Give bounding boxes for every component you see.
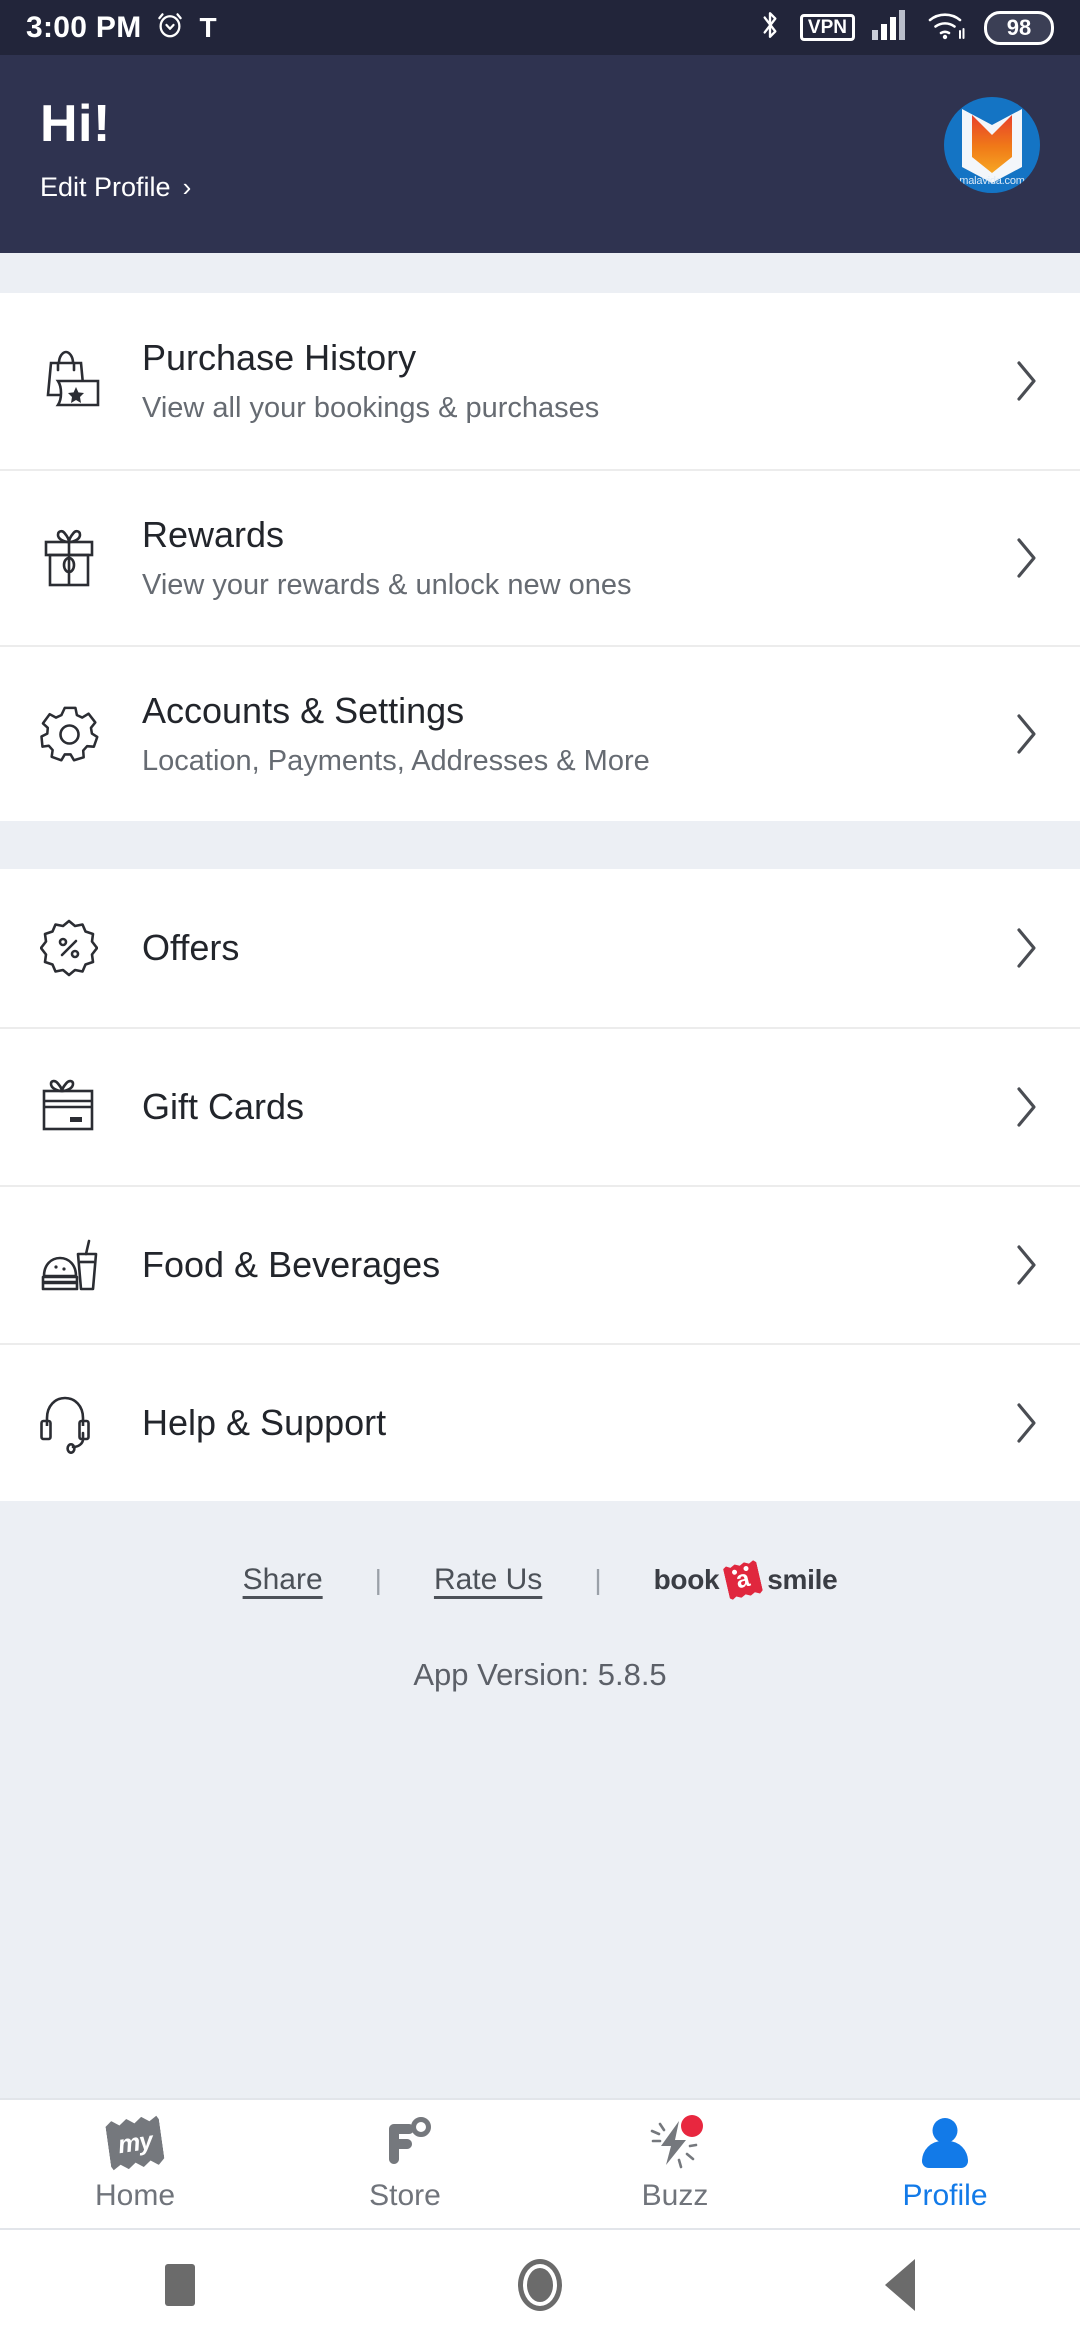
home-circle-icon [518,2259,562,2311]
menu-item-title: Purchase History [142,337,417,378]
android-back-button[interactable] [720,2259,1080,2311]
greeting-title: Hi! [40,95,111,153]
main-content: Purchase History View all your bookings … [0,253,1080,2098]
menu-item-text: Food & Beverages [128,1243,1000,1286]
profile-header: Hi! Edit Profile › malavida.com [0,55,1080,253]
chevron-right-icon: › [182,171,192,202]
menu-item-subtitle: View all your bookings & purchases [142,392,600,425]
book-a-smile-logo[interactable]: book a smile [654,1563,838,1597]
menu-item-text: Gift Cards [128,1085,1000,1128]
food-beverage-icon [40,1234,128,1296]
android-home-button[interactable] [360,2259,720,2311]
share-link[interactable]: Share [243,1563,323,1597]
menu-group-primary: Purchase History View all your bookings … [0,293,1080,821]
gift-card-icon [40,1079,128,1135]
menu-item-title: Accounts & Settings [142,690,465,731]
menu-item-text: Help & Support [128,1401,1000,1444]
footer: Share | Rate Us | book a smile App Versi… [0,1501,1080,2098]
fnb-store-icon [377,2115,433,2171]
header-text-group: Hi! Edit Profile › [40,97,191,203]
avatar-caption: malavida.com [959,175,1025,187]
app-screen: 3:00 PM T VPN 98 Hi! Edit Profile › mala… [0,0,1080,2340]
chevron-right-icon [1000,1085,1040,1129]
nav-label-home: Home [94,2179,176,2212]
menu-item-text: Accounts & Settings Location, Payments, … [128,689,1000,779]
recents-square-icon [165,2264,195,2306]
alarm-icon [155,10,185,45]
menu-item-title: Rewards [142,514,285,555]
menu-item-offers[interactable]: Offers [0,869,1080,1027]
bottom-navigation: my Home Store Buzz Profile [0,2098,1080,2230]
chevron-right-icon [1000,536,1040,580]
menu-item-title: Gift Cards [142,1086,305,1128]
buzz-lightning-icon [646,2115,704,2171]
menu-item-accounts-settings[interactable]: Accounts & Settings Location, Payments, … [0,645,1080,821]
app-version-text: App Version: 5.8.5 [413,1657,667,1692]
menu-item-gift-cards[interactable]: Gift Cards [0,1027,1080,1185]
shopping-bag-ticket-icon [40,349,128,413]
rate-us-link[interactable]: Rate Us [434,1563,542,1597]
chevron-right-icon [1000,926,1040,970]
nav-tab-buzz[interactable]: Buzz [540,2100,810,2228]
nav-label-profile: Profile [902,2179,988,2212]
brand-word-book: book [653,1564,720,1595]
menu-group-secondary: Offers Gift Cards Food & Beverages Help … [0,869,1080,1501]
cellular-signal-icon [872,10,910,45]
footer-separator: | [374,1564,382,1595]
back-triangle-icon [885,2259,915,2311]
nav-tab-profile[interactable]: Profile [810,2100,1080,2228]
section-spacer-top [0,253,1080,293]
section-spacer-middle [0,821,1080,869]
android-recents-button[interactable] [0,2264,360,2306]
status-bar: 3:00 PM T VPN 98 [0,0,1080,55]
chevron-right-icon [1000,1401,1040,1445]
android-navigation-bar [0,2230,1080,2340]
notification-badge-dot [681,2115,703,2137]
headset-support-icon [40,1392,128,1454]
my-ticket-icon: my [108,2115,162,2171]
edit-profile-label: Edit Profile [40,171,171,202]
menu-item-text: Rewards View your rewards & unlock new o… [128,513,1000,603]
menu-item-food-beverages[interactable]: Food & Beverages [0,1185,1080,1343]
menu-item-text: Offers [128,926,1000,969]
avatar[interactable]: malavida.com [944,97,1040,193]
nav-label-store: Store [369,2179,441,2212]
nav-tab-store[interactable]: Store [270,2100,540,2228]
battery-indicator: 98 [984,10,1054,45]
status-time: 3:00 PM [26,10,142,44]
menu-item-title: Food & Beverages [142,1244,441,1286]
ticket-icon: a [723,1560,764,1601]
brand-word-smile: smile [767,1564,838,1595]
vpn-icon: VPN [799,13,855,42]
wifi-icon [927,9,967,46]
menu-item-text: Purchase History View all your bookings … [128,336,1000,426]
footer-links: Share | Rate Us | book a smile [0,1563,1080,1597]
menu-item-help-support[interactable]: Help & Support [0,1343,1080,1501]
bluetooth-icon [757,9,783,46]
gift-box-icon [40,527,128,589]
menu-item-purchase-history[interactable]: Purchase History View all your bookings … [0,293,1080,469]
nav-tab-home[interactable]: my Home [0,2100,270,2228]
chevron-right-icon [1000,712,1040,756]
edit-profile-link[interactable]: Edit Profile › [40,172,191,203]
status-bar-right: VPN 98 [757,9,1054,46]
menu-item-title: Offers [142,927,240,969]
menu-item-subtitle: View your rewards & unlock new ones [142,569,632,602]
person-profile-icon [922,2115,968,2171]
gear-icon [40,704,128,764]
menu-item-title: Help & Support [142,1402,387,1444]
nav-label-buzz: Buzz [641,2179,709,2212]
discount-badge-icon [40,919,128,977]
status-bar-left: 3:00 PM T [26,10,217,45]
menu-item-rewards[interactable]: Rewards View your rewards & unlock new o… [0,469,1080,645]
footer-separator: | [594,1564,602,1595]
chevron-right-icon [1000,359,1040,403]
menu-item-subtitle: Location, Payments, Addresses & More [142,745,650,778]
text-indicator-icon: T [199,11,217,43]
chevron-right-icon [1000,1243,1040,1287]
